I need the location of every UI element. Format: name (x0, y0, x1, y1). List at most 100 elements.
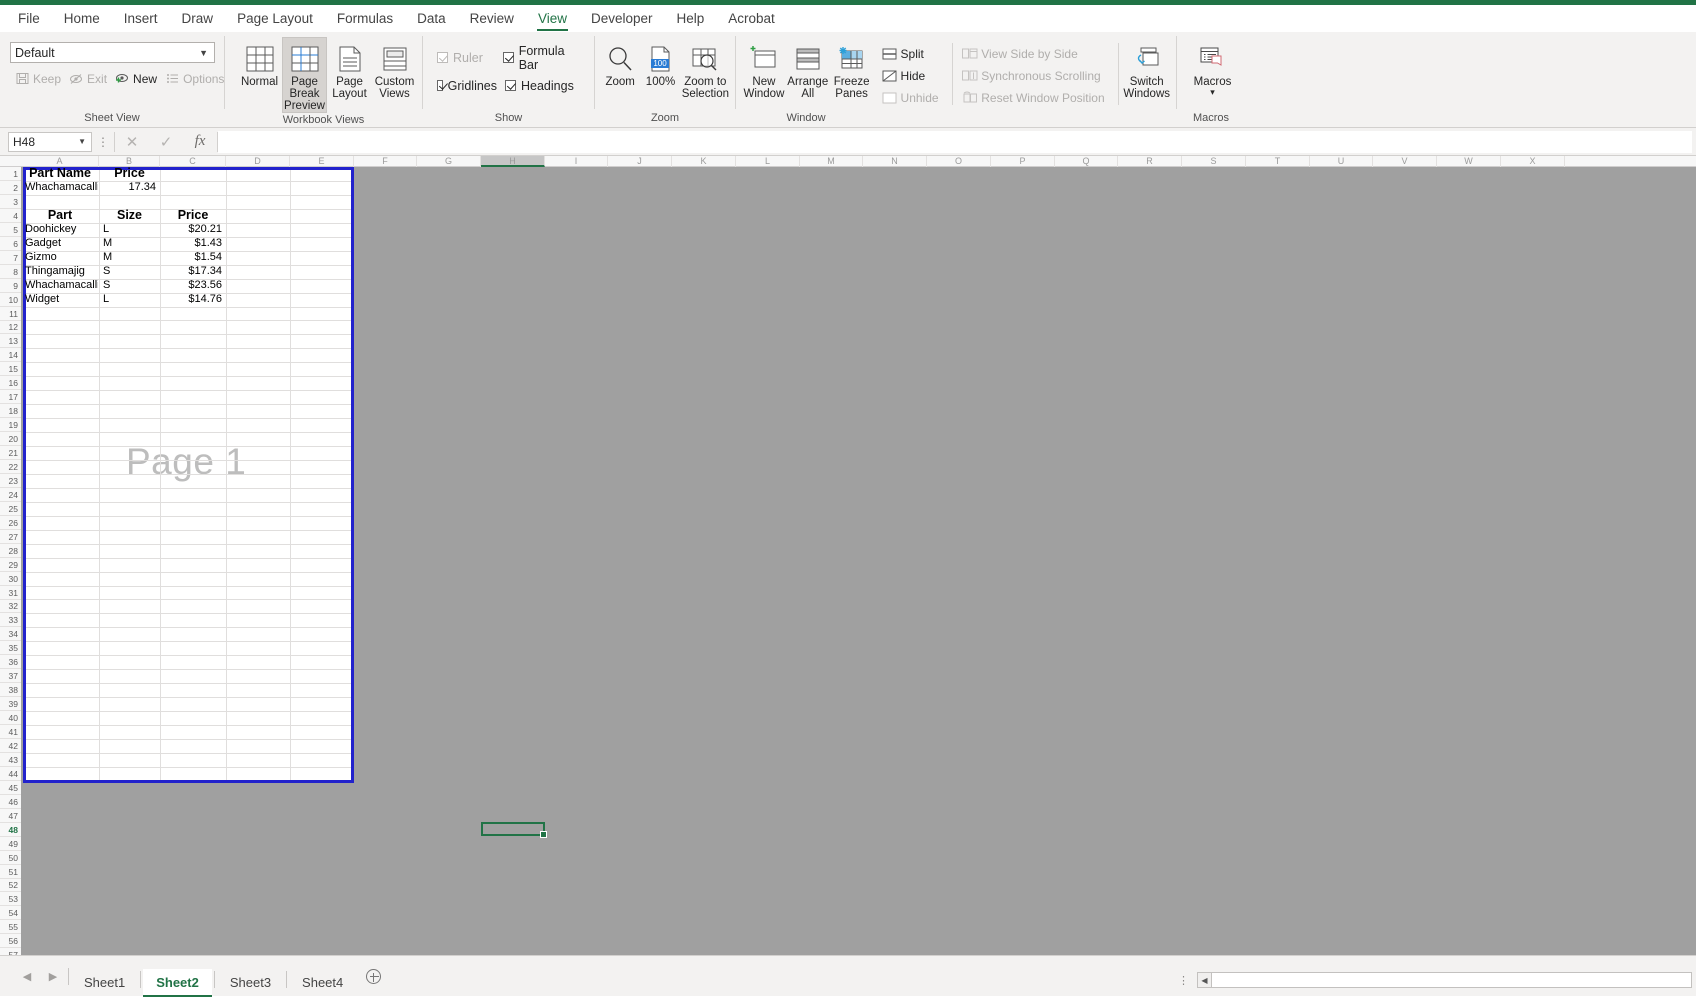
arrange-all-button[interactable]: Arrange All (786, 37, 830, 105)
cell-C8[interactable]: $17.34 (161, 264, 225, 278)
row-header-48[interactable]: 48 (0, 823, 21, 837)
row-header-52[interactable]: 52 (0, 878, 21, 893)
column-header-V[interactable]: V (1373, 156, 1437, 167)
hide-button[interactable]: Hide (878, 65, 942, 87)
column-header-U[interactable]: U (1310, 156, 1373, 167)
chevron-left-icon[interactable]: ◀ (14, 964, 40, 988)
row-header-28[interactable]: 28 (0, 544, 21, 558)
cell-C9[interactable]: $23.56 (161, 278, 225, 292)
row-header-10[interactable]: 10 (0, 293, 21, 307)
row-header-38[interactable]: 38 (0, 683, 21, 698)
cell-C7[interactable]: $1.54 (161, 250, 225, 264)
row-header-36[interactable]: 36 (0, 655, 21, 670)
column-header-C[interactable]: C (160, 156, 226, 167)
row-header-24[interactable]: 24 (0, 488, 21, 502)
row-header-39[interactable]: 39 (0, 697, 21, 712)
zoom-100-button[interactable]: 100 100% (640, 37, 680, 105)
row-header-12[interactable]: 12 (0, 320, 21, 335)
ribbon-tab-insert[interactable]: Insert (112, 5, 170, 32)
row-header-46[interactable]: 46 (0, 795, 21, 809)
ribbon-tab-help[interactable]: Help (665, 5, 717, 32)
sheet-tab-sheet4[interactable]: Sheet4 (289, 969, 356, 997)
chevron-right-icon[interactable]: ▶ (40, 964, 66, 988)
formula-bar-grip[interactable]: ⋮ (92, 135, 114, 149)
row-header-29[interactable]: 29 (0, 558, 21, 572)
column-header-K[interactable]: K (672, 156, 736, 167)
row-header-8[interactable]: 8 (0, 265, 21, 279)
cell-A7[interactable]: Gizmo (22, 250, 98, 264)
column-header-S[interactable]: S (1182, 156, 1246, 167)
row-header-3[interactable]: 3 (0, 195, 21, 209)
row-header-45[interactable]: 45 (0, 781, 21, 795)
normal-view-button[interactable]: Normal (237, 37, 282, 105)
formula-input[interactable] (218, 130, 1692, 153)
zoom-to-selection-button[interactable]: Zoom to Selection (681, 37, 730, 105)
page-layout-button[interactable]: Page Layout (327, 37, 372, 105)
column-header-N[interactable]: N (863, 156, 927, 167)
row-header-15[interactable]: 15 (0, 362, 21, 377)
selected-cell-h48[interactable] (481, 821, 547, 838)
name-box[interactable]: H48 ▼ (8, 131, 92, 152)
row-header-43[interactable]: 43 (0, 753, 21, 767)
row-header-6[interactable]: 6 (0, 237, 21, 251)
row-header-18[interactable]: 18 (0, 404, 21, 419)
ribbon-tab-acrobat[interactable]: Acrobat (716, 5, 787, 32)
scroll-left-icon[interactable]: ◀ (1197, 972, 1212, 988)
cell-C6[interactable]: $1.43 (161, 236, 225, 250)
cell-B6[interactable]: M (100, 236, 159, 250)
column-header-T[interactable]: T (1246, 156, 1310, 167)
cell-C10[interactable]: $14.76 (161, 292, 225, 306)
column-header-E[interactable]: E (290, 156, 354, 167)
row-header-33[interactable]: 33 (0, 613, 21, 628)
column-header-F[interactable]: F (354, 156, 417, 167)
row-header-13[interactable]: 13 (0, 334, 21, 349)
ribbon-tab-view[interactable]: View (526, 5, 579, 32)
row-header-26[interactable]: 26 (0, 516, 21, 530)
row-header-20[interactable]: 20 (0, 432, 21, 447)
gridlines-checkbox[interactable] (437, 80, 443, 91)
column-header-P[interactable]: P (991, 156, 1055, 167)
column-header-G[interactable]: G (417, 156, 481, 167)
row-header-5[interactable]: 5 (0, 223, 21, 237)
cell-B10[interactable]: L (100, 292, 159, 306)
row-header-51[interactable]: 51 (0, 865, 21, 879)
page-break-preview-button[interactable]: Page Break Preview (282, 37, 327, 113)
cell-A4[interactable]: Part (22, 208, 98, 222)
row-header-50[interactable]: 50 (0, 851, 21, 865)
confirm-check-icon[interactable]: ✓ (149, 131, 183, 153)
row-header-9[interactable]: 9 (0, 279, 21, 293)
sheet-tab-sheet1[interactable]: Sheet1 (71, 969, 138, 997)
row-header-21[interactable]: 21 (0, 446, 21, 460)
cell-B1[interactable]: Price (100, 166, 159, 180)
row-header-57[interactable]: 57 (0, 948, 21, 955)
row-header-2[interactable]: 2 (0, 181, 21, 195)
row-header-47[interactable]: 47 (0, 809, 21, 823)
sheet-view-select[interactable]: Default ▼ (10, 42, 215, 63)
row-header-23[interactable]: 23 (0, 474, 21, 488)
row-header-37[interactable]: 37 (0, 669, 21, 684)
formula-bar-checkbox-row[interactable]: Formula Bar (499, 44, 589, 72)
row-header-54[interactable]: 54 (0, 906, 21, 921)
macros-button[interactable]: Macros ▾ (1185, 37, 1240, 105)
ribbon-tab-file[interactable]: File (6, 5, 52, 32)
column-header-X[interactable]: X (1501, 156, 1565, 167)
ribbon-tab-draw[interactable]: Draw (170, 5, 226, 32)
cell-A8[interactable]: Thingamajig (22, 264, 98, 278)
sheet-view-new-button[interactable]: New (110, 69, 160, 88)
horizontal-scrollbar[interactable] (1212, 972, 1692, 988)
cell-A10[interactable]: Widget (22, 292, 98, 306)
row-header-53[interactable]: 53 (0, 892, 21, 907)
cell-A9[interactable]: Whachamacallit (22, 278, 98, 292)
formula-bar-checkbox[interactable] (503, 52, 514, 63)
row-header-30[interactable]: 30 (0, 572, 21, 586)
row-header-55[interactable]: 55 (0, 920, 21, 935)
row-header-11[interactable]: 11 (0, 307, 21, 321)
split-button[interactable]: Split (878, 43, 942, 65)
zoom-button[interactable]: Zoom (600, 37, 640, 105)
cell-C4[interactable]: Price (161, 208, 225, 222)
row-header-42[interactable]: 42 (0, 739, 21, 753)
headings-checkbox-row[interactable]: Headings (501, 75, 578, 96)
row-header-25[interactable]: 25 (0, 502, 21, 516)
column-header-O[interactable]: O (927, 156, 991, 167)
gridlines-checkbox-row[interactable]: Gridlines (433, 75, 501, 96)
